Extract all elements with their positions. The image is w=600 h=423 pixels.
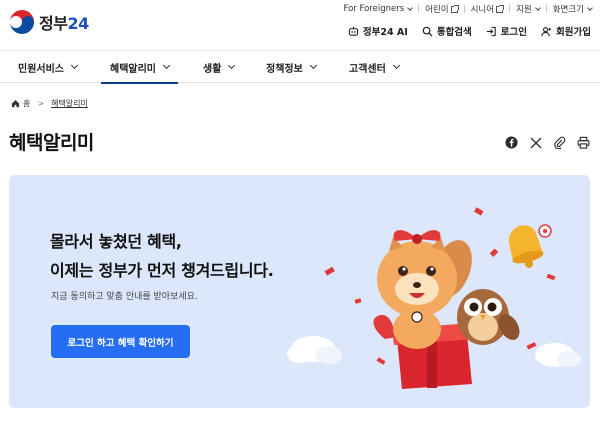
chevron-down-icon [392, 61, 400, 70]
chevron-down-icon [228, 61, 236, 70]
signup-button[interactable]: 회원가입 [541, 24, 591, 38]
utility-main: 정부24 AI 통합검색 로그인 회원가입 [334, 24, 591, 38]
chevron-down-icon [309, 61, 317, 70]
benefit-banner: 몰라서 놓쳤던 혜택, 이제는 정부가 먼저 챙겨드립니다. 지금 동의하고 맞… [9, 175, 590, 408]
senior-link[interactable]: 시니어 [471, 3, 505, 15]
banner-subtext: 지금 동의하고 맞춤 안내를 받아보세요. [51, 292, 198, 302]
link-icon[interactable] [553, 136, 566, 149]
kids-link[interactable]: 어린이 [425, 3, 459, 15]
page-title: 혜택알리미 [9, 132, 94, 154]
gov24-ai-button[interactable]: 정부24 AI [348, 24, 408, 38]
bell-icon [508, 224, 552, 268]
chevron-down-icon [70, 61, 79, 70]
screen-size-menu[interactable]: 화면크기 [553, 3, 593, 15]
divider [418, 5, 420, 13]
divider [545, 5, 547, 13]
cloud-icon [287, 336, 342, 364]
login-check-benefit-button[interactable]: 로그인 하고 혜택 확인하기 [51, 325, 190, 358]
site-header: 정부24 For Foreigners 어린이 시니어 지원 화면크기 정부24… [0, 0, 600, 50]
chevron-down-icon [162, 61, 171, 70]
gnb-item-customer-center[interactable]: 고객센터 [349, 51, 400, 83]
owl-mascot [457, 289, 520, 345]
mascot-illustration [287, 207, 581, 389]
chevron-down-icon [407, 4, 413, 11]
logo-text: 정부24 [39, 14, 89, 33]
breadcrumb-home[interactable]: 홈 [23, 98, 30, 109]
chevron-down-icon [587, 4, 593, 11]
gnb-item-life[interactable]: 생활 [203, 51, 236, 83]
login-icon [486, 26, 497, 37]
main-navigation: 민원서비스 혜택알리미 생활 정책정보 고객센터 [0, 50, 600, 84]
chevron-down-icon [534, 4, 541, 11]
add-user-icon [541, 26, 552, 37]
for-foreigners-link[interactable]: For Foreigners [344, 4, 413, 14]
external-link-icon [496, 4, 505, 13]
taegeuk-icon [10, 10, 34, 34]
breadcrumb: 홈 > 혜택알리미 [11, 98, 88, 109]
gnb-item-civil-service[interactable]: 민원서비스 [18, 51, 79, 83]
facebook-icon[interactable] [505, 136, 518, 149]
print-icon[interactable] [577, 136, 590, 149]
utility-links: For Foreigners 어린이 시니어 지원 화면크기 [344, 3, 593, 15]
login-button[interactable]: 로그인 [486, 24, 527, 38]
x-icon[interactable] [529, 136, 542, 149]
integrated-search-button[interactable]: 통합검색 [422, 24, 472, 38]
support-menu[interactable]: 지원 [516, 3, 541, 15]
external-link-icon [450, 4, 459, 13]
share-tools [494, 136, 590, 149]
ai-robot-icon [348, 26, 359, 37]
breadcrumb-separator: > [37, 99, 45, 108]
cloud-icon [535, 343, 581, 367]
divider [509, 5, 511, 13]
breadcrumb-current[interactable]: 혜택알리미 [51, 98, 88, 109]
banner-headline-line2: 이제는 정부가 먼저 챙겨드립니다. [50, 261, 274, 280]
gnb-item-policy-info[interactable]: 정책정보 [266, 51, 317, 83]
gov24-logo[interactable]: 정부24 [9, 9, 89, 35]
search-icon [422, 26, 433, 37]
banner-headline-line1: 몰라서 놓쳤던 혜택, [50, 232, 182, 251]
divider [463, 5, 465, 13]
gnb-item-benefit-alert[interactable]: 혜택알리미 [101, 51, 178, 84]
home-icon [11, 99, 20, 108]
